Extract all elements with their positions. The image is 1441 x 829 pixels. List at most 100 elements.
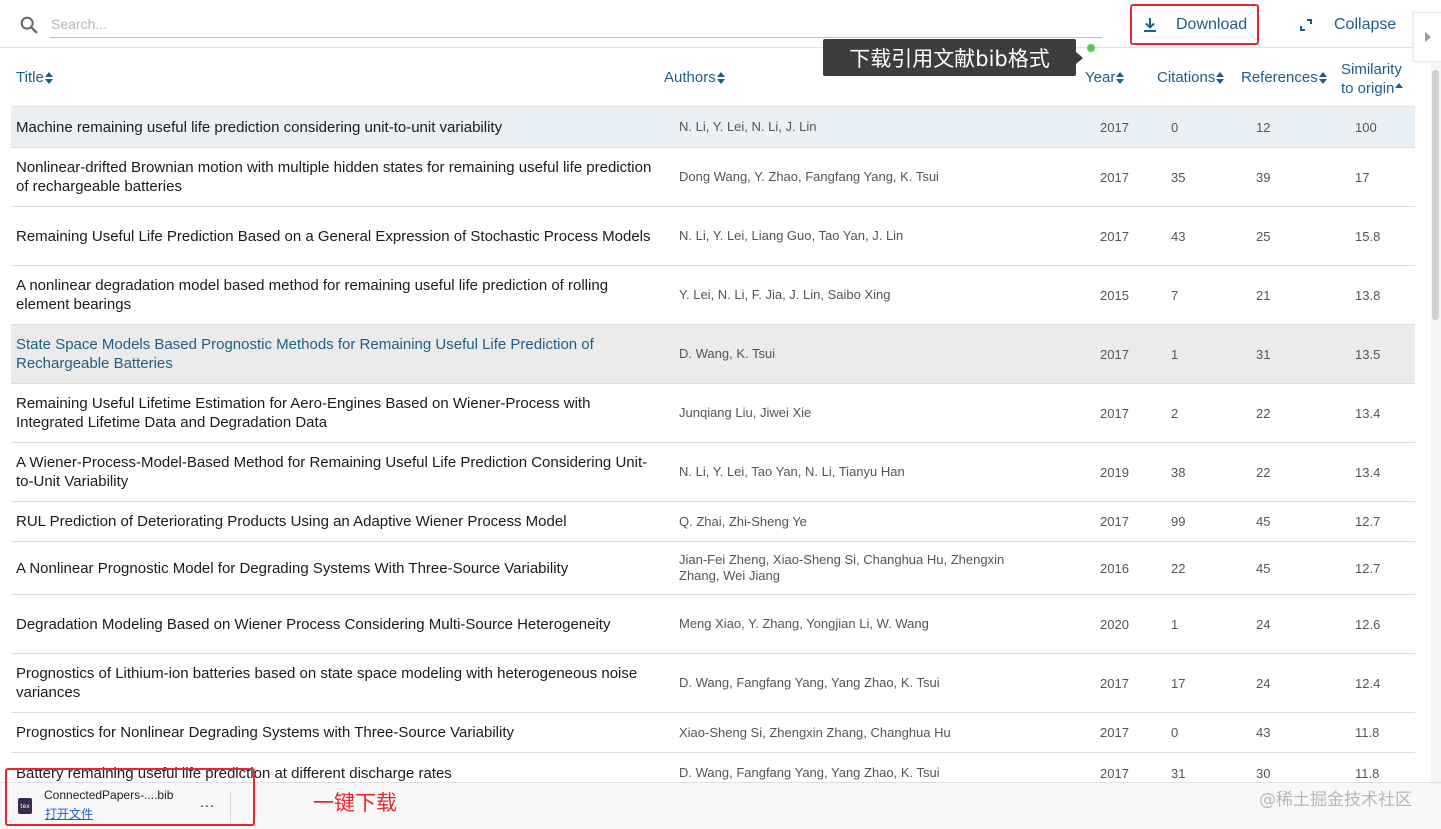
- table-row[interactable]: RUL Prediction of Deteriorating Products…: [11, 502, 1415, 542]
- paper-similarity: 13.8: [1355, 287, 1381, 303]
- table-row[interactable]: Degradation Modeling Based on Wiener Pro…: [11, 595, 1415, 654]
- paper-authors: N. Li, Y. Lei, N. Li, J. Lin: [679, 119, 817, 134]
- paper-year: 2017: [1100, 725, 1129, 740]
- column-header-title[interactable]: Title: [16, 68, 53, 87]
- table-row[interactable]: Machine remaining useful life prediction…: [11, 107, 1415, 148]
- paper-title: Prognostics of Lithium-ion batteries bas…: [16, 665, 638, 701]
- paper-year: 2017: [1100, 346, 1129, 362]
- paper-similarity: 13.5: [1355, 346, 1381, 362]
- paper-similarity: 12.7: [1355, 514, 1381, 529]
- paper-authors: N. Li, Y. Lei, Liang Guo, Tao Yan, J. Li…: [679, 228, 904, 243]
- paper-references: 21: [1256, 287, 1271, 303]
- table-row[interactable]: Prognostics of Lithium-ion batteries bas…: [11, 654, 1415, 713]
- download-label: Download: [1176, 15, 1248, 33]
- paper-year: 2017: [1100, 675, 1129, 691]
- paper-similarity: 13.4: [1355, 464, 1381, 480]
- paper-citations: 1: [1171, 616, 1179, 632]
- paper-authors: Jian-Fei Zheng, Xiao-Sheng Si, Changhua …: [679, 552, 1005, 583]
- paper-year: 2015: [1100, 287, 1129, 303]
- paper-year: 2017: [1100, 514, 1129, 529]
- download-button[interactable]: Download: [1130, 4, 1259, 45]
- paper-similarity: 17: [1355, 169, 1370, 185]
- table-row[interactable]: Prognostics for Nonlinear Degrading Syst…: [11, 713, 1415, 753]
- sort-ascending-icon: [1395, 83, 1404, 95]
- paper-authors: Junqiang Liu, Jiwei Xie: [679, 405, 812, 420]
- paper-title: State Space Models Based Prognostic Meth…: [16, 336, 594, 372]
- search-icon: [20, 16, 38, 34]
- sort-icon: [44, 72, 53, 85]
- column-similarity-label-2: to origin: [1341, 80, 1395, 97]
- paper-citations: 7: [1171, 287, 1179, 303]
- paper-title: RUL Prediction of Deteriorating Products…: [16, 513, 567, 530]
- paper-title: Remaining Useful Life Prediction Based o…: [16, 227, 651, 245]
- side-panel-toggle[interactable]: [1413, 12, 1441, 62]
- table-row[interactable]: A Nonlinear Prognostic Model for Degradi…: [11, 542, 1415, 595]
- paper-title: Nonlinear-drifted Brownian motion with m…: [16, 159, 652, 195]
- table-row[interactable]: A Wiener-Process-Model-Based Method for …: [11, 443, 1415, 502]
- paper-authors: Q. Zhai, Zhi-Sheng Ye: [679, 513, 807, 529]
- table-row[interactable]: State Space Models Based Prognostic Meth…: [11, 325, 1415, 384]
- table-row[interactable]: A nonlinear degradation model based meth…: [11, 266, 1415, 325]
- paper-title: Remaining Useful Lifetime Estimation for…: [16, 395, 591, 431]
- paper-citations: 0: [1171, 119, 1179, 135]
- watermark: @稀土掘金技术社区: [1259, 790, 1412, 810]
- paper-authors: Meng Xiao, Y. Zhang, Yongjian Li, W. Wan…: [679, 616, 929, 631]
- paper-references: 24: [1256, 616, 1271, 632]
- paper-similarity: 100: [1355, 119, 1377, 135]
- table-row[interactable]: Remaining Useful Lifetime Estimation for…: [11, 384, 1415, 443]
- sort-icon: [1116, 72, 1125, 85]
- paper-year: 2020: [1100, 616, 1129, 632]
- paper-citations: 17: [1171, 675, 1186, 691]
- column-header-similarity[interactable]: Similarity to origin: [1341, 60, 1404, 98]
- paper-references: 25: [1256, 228, 1271, 244]
- column-title-label: Title: [16, 69, 44, 86]
- paper-references: 45: [1256, 560, 1271, 576]
- scrollbar-thumb[interactable]: [1432, 70, 1439, 320]
- more-options-icon[interactable]: …: [199, 794, 216, 812]
- paper-citations: 1: [1171, 346, 1179, 362]
- paper-similarity: 12.7: [1355, 560, 1381, 576]
- paper-year: 2017: [1100, 228, 1129, 244]
- table-row[interactable]: Remaining Useful Life Prediction Based o…: [11, 207, 1415, 266]
- column-header-year[interactable]: Year: [1085, 68, 1125, 87]
- paper-similarity: 11.8: [1355, 725, 1380, 740]
- paper-title: A nonlinear degradation model based meth…: [16, 277, 609, 313]
- column-header-authors[interactable]: Authors: [664, 68, 725, 87]
- tooltip-pointer: [1076, 52, 1083, 64]
- paper-authors: D. Wang, K. Tsui: [679, 346, 776, 361]
- collapse-button[interactable]: Collapse: [1298, 10, 1396, 40]
- column-year-label: Year: [1085, 69, 1116, 86]
- paper-references: 45: [1256, 514, 1271, 529]
- search-input[interactable]: [50, 10, 1102, 38]
- column-header-references[interactable]: References: [1241, 68, 1327, 87]
- sort-icon: [1318, 72, 1327, 85]
- paper-authors: Dong Wang, Y. Zhao, Fangfang Yang, K. Ts…: [679, 169, 939, 184]
- column-references-label: References: [1241, 69, 1318, 86]
- paper-references: 24: [1256, 675, 1271, 691]
- paper-references: 12: [1256, 119, 1271, 135]
- open-file-link[interactable]: 打开文件: [45, 805, 93, 822]
- column-similarity-label: Similarity: [1341, 61, 1402, 78]
- paper-references: 31: [1256, 346, 1271, 362]
- collapse-icon: [1300, 19, 1312, 31]
- paper-year: 2017: [1100, 119, 1129, 135]
- paper-title: A Wiener-Process-Model-Based Method for …: [16, 454, 648, 490]
- column-header-citations[interactable]: Citations: [1157, 68, 1225, 87]
- paper-citations: 43: [1171, 228, 1186, 244]
- chevron-right-icon: [1424, 32, 1431, 42]
- paper-citations: 22: [1171, 560, 1186, 576]
- paper-citations: 99: [1171, 514, 1186, 529]
- table-row[interactable]: Nonlinear-drifted Brownian motion with m…: [11, 148, 1415, 207]
- paper-year: 2017: [1100, 169, 1129, 185]
- paper-authors: Y. Lei, N. Li, F. Jia, J. Lin, Saibo Xin…: [679, 287, 891, 302]
- sort-icon: [716, 72, 725, 85]
- status-dot: [1087, 44, 1095, 52]
- paper-authors: N. Li, Y. Lei, Tao Yan, N. Li, Tianyu Ha…: [679, 464, 905, 479]
- shelf-divider: [230, 791, 231, 823]
- paper-references: 22: [1256, 464, 1271, 480]
- paper-citations: 38: [1171, 464, 1186, 480]
- paper-title: A Nonlinear Prognostic Model for Degradi…: [16, 559, 569, 577]
- downloaded-file-name[interactable]: ConnectedPapers-....bib: [44, 788, 173, 802]
- paper-references: 22: [1256, 405, 1271, 421]
- paper-title: Degradation Modeling Based on Wiener Pro…: [16, 615, 611, 633]
